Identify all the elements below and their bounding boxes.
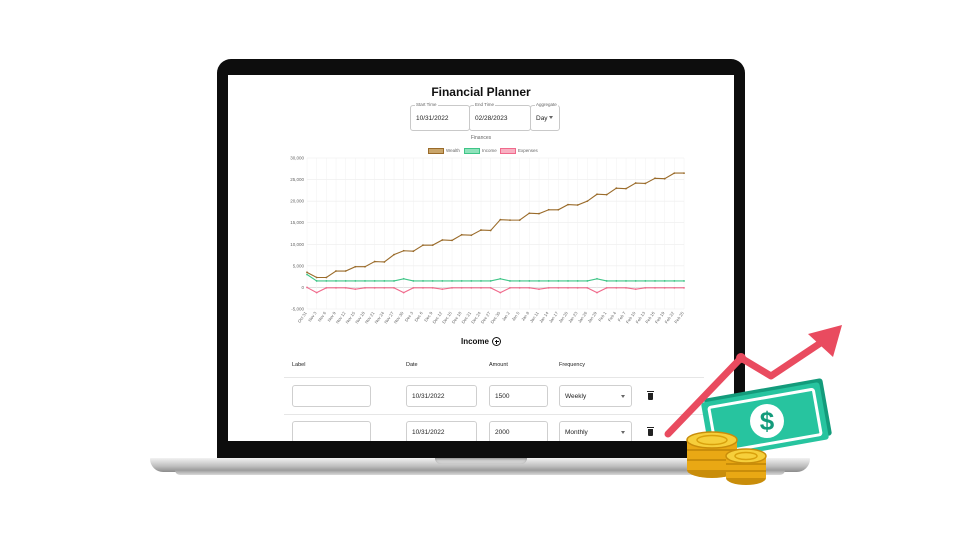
promo-stage: Financial Planner Start Time 10/31/2022 … (0, 0, 960, 540)
money-growth-illustration: $ (664, 325, 842, 485)
dollar-sign-icon: $ (760, 406, 775, 436)
